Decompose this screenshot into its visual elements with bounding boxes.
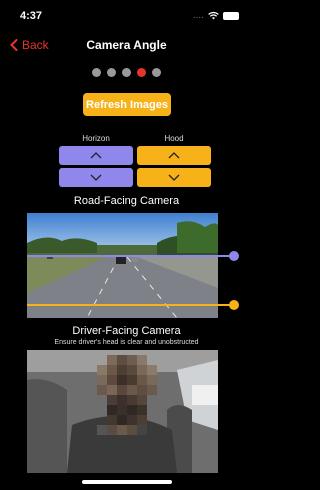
hood-slider-handle[interactable] (229, 300, 239, 310)
hood-down-button[interactable] (137, 168, 211, 187)
horizon-up-button[interactable] (59, 146, 133, 165)
chevron-up-icon (168, 152, 180, 159)
battery-icon (223, 11, 239, 20)
driver-camera-image (27, 350, 218, 473)
page-indicator (0, 68, 253, 77)
wifi-icon (208, 11, 219, 20)
chevron-down-icon (168, 174, 180, 181)
page-dot (152, 68, 161, 77)
page-title: Camera Angle (86, 38, 167, 52)
horizon-label: Horizon (82, 134, 110, 143)
hood-up-button[interactable] (137, 146, 211, 165)
driver-scene (27, 350, 218, 473)
status-time: 4:37 (20, 10, 43, 22)
horizon-down-button[interactable] (59, 168, 133, 187)
hood-label: Hood (164, 134, 184, 143)
road-scene (27, 213, 218, 318)
signal-icon: .... (192, 10, 204, 21)
driver-camera-title: Driver-Facing Camera (72, 325, 181, 337)
horizon-slider-handle[interactable] (229, 251, 239, 261)
page-dot (92, 68, 101, 77)
road-camera-image (27, 213, 218, 318)
page-dot-active (137, 68, 146, 77)
page-dot (122, 68, 131, 77)
status-icons: .... (193, 10, 239, 21)
refresh-images-button[interactable]: Refresh Images (83, 93, 171, 116)
page-dot (107, 68, 116, 77)
chevron-down-icon (90, 174, 102, 181)
chevron-up-icon (90, 152, 102, 159)
road-camera-title: Road-Facing Camera (73, 195, 180, 207)
driver-camera-subtitle: Ensure driver's head is clear and unobst… (54, 339, 199, 346)
home-indicator (82, 480, 172, 484)
